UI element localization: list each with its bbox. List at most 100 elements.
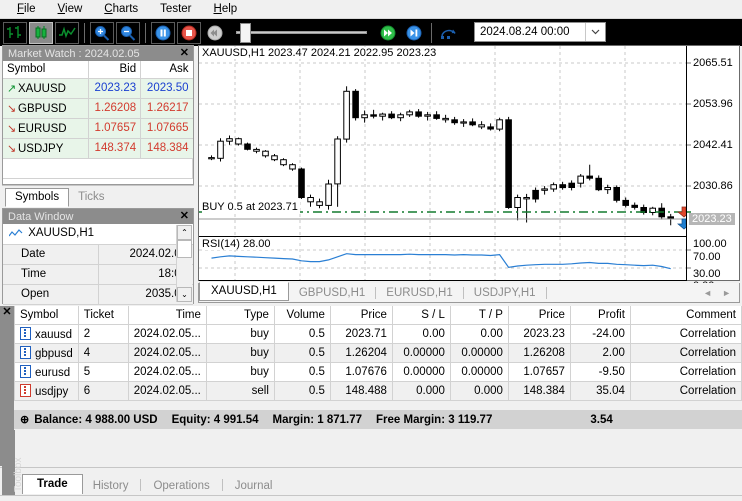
tab-history[interactable]: History (83, 478, 139, 494)
trade-current-price: 2023.23 (507, 323, 571, 344)
table-row[interactable]: ↗ XAUUSD 2023.23 2023.50 (3, 78, 193, 99)
data-window-label-time: Time (3, 264, 99, 285)
jump-icon[interactable] (437, 21, 461, 44)
trade-ticket: 4 (77, 342, 129, 363)
menu-bar: File View Charts Tester Help (0, 0, 742, 19)
trend-down-icon: ↘ (7, 122, 17, 135)
table-row[interactable]: ↘ GBPUSD 1.26208 1.26217 (3, 98, 193, 119)
table-row[interactable]: usdjpy 6 2024.02.05... sell 0.5 148.488 … (14, 380, 742, 401)
column-header-tp[interactable]: T / P (449, 306, 509, 325)
column-header-symbol[interactable]: Symbol (3, 61, 90, 79)
nav-prev-icon[interactable]: ◄ (703, 288, 712, 298)
chevron-down-icon[interactable] (585, 23, 605, 41)
scroll-down-icon[interactable]: ⌄ (177, 287, 192, 302)
close-icon[interactable]: ✕ (0, 306, 14, 318)
table-row[interactable]: ↘ EURUSD 1.07657 1.07665 (3, 118, 193, 139)
table-row[interactable]: eurusd 5 2024.02.05... buy 0.5 1.07676 0… (14, 361, 742, 382)
candlestick-chart-icon[interactable] (29, 21, 53, 44)
speed-slider[interactable] (234, 22, 369, 43)
tab-ticks[interactable]: Ticks (69, 189, 113, 206)
trade-time: 2024.02.05... (127, 323, 207, 344)
data-window-title-bar: Data Window ✕ (3, 209, 193, 224)
trade-symbol: usdjpy (35, 385, 69, 398)
tab-operations[interactable]: Operations (143, 478, 219, 494)
market-watch-symbol-cell[interactable]: ↘ GBPUSD (3, 98, 90, 119)
column-header-time[interactable]: Time (127, 306, 207, 325)
trade-symbol-cell[interactable]: eurusd (14, 361, 79, 382)
price-axis[interactable]: 2065.51 2053.96 2042.41 2030.86 2023.23 … (686, 46, 739, 292)
pause-icon[interactable] (151, 21, 175, 44)
chart-area[interactable]: XAUUSD,H1 2023.47 2024.21 2022.95 2023.2… (198, 45, 740, 294)
nav-next-icon[interactable]: ► (722, 288, 731, 298)
fast-forward-icon[interactable] (376, 21, 400, 44)
column-header-comment[interactable]: Comment (629, 306, 742, 325)
scroll-up-icon[interactable]: ⌃ (177, 225, 192, 240)
menu-item-tester[interactable]: Tester (149, 0, 202, 18)
market-watch-table: Symbol Bid Ask ↗ XAUUSD 2023.23 2023.50 ↘… (3, 61, 193, 179)
trade-symbol-cell[interactable]: gbpusd (14, 342, 79, 363)
trade-symbol-cell[interactable]: usdjpy (14, 380, 79, 401)
skip-forward-icon[interactable] (402, 21, 426, 44)
tab-divider (545, 286, 547, 299)
column-header-price[interactable]: Price (329, 306, 393, 325)
rewind-icon[interactable] (203, 21, 227, 44)
tab-gbpusd-h1[interactable]: GBPUSD,H1 (289, 286, 375, 300)
table-row: Time 18:00 (3, 264, 193, 285)
datetime-picker[interactable]: 2024.08.24 00:00 (474, 22, 606, 42)
column-header-bid[interactable]: Bid (88, 61, 142, 79)
column-header-ask[interactable]: Ask (140, 61, 193, 79)
table-row: Date 2024.02.02 (3, 244, 193, 265)
market-watch-symbol-cell[interactable]: ↘ EURUSD (3, 118, 90, 139)
zoom-in-icon[interactable] (90, 21, 114, 44)
market-watch-empty-row (3, 158, 193, 179)
menu-item-charts[interactable]: Charts (93, 0, 149, 18)
tab-trade[interactable]: Trade (22, 474, 83, 494)
menu-item-file[interactable]: File (6, 0, 47, 18)
rsi-chart-canvas[interactable] (199, 237, 687, 281)
toolbox-tab-bar: Toolbox Trade History Operations Journal (0, 430, 742, 501)
tab-eurusd-h1[interactable]: EURUSD,H1 (376, 286, 462, 300)
tab-xauusd-h1[interactable]: XAUUSD,H1 (199, 282, 289, 301)
tab-symbols[interactable]: Symbols (5, 188, 70, 207)
line-chart-icon[interactable] (55, 21, 79, 44)
column-header-price-current[interactable]: Price (507, 306, 571, 325)
status-bar (0, 495, 742, 501)
trade-type: buy (205, 342, 275, 363)
data-window-symbol-label: XAUUSD,H1 (28, 226, 95, 239)
data-window-symbol-row[interactable]: XAUUSD,H1 (3, 224, 193, 245)
order-line-label: BUY 0.5 at 2023.71 (202, 201, 300, 213)
ask-price: 1.07665 (140, 118, 193, 139)
tab-journal[interactable]: Journal (225, 478, 283, 494)
menu-item-view[interactable]: View (47, 0, 94, 18)
toolbox-tabs: Trade History Operations Journal (22, 474, 282, 494)
data-window-title: Data Window (8, 210, 74, 223)
column-header-type[interactable]: Type (205, 306, 275, 325)
trade-symbol-cell[interactable]: xauusd (14, 323, 79, 344)
market-watch-symbol-cell[interactable]: ↗ XAUUSD (3, 78, 90, 99)
column-header-symbol[interactable]: Symbol (14, 306, 79, 325)
menu-item-help[interactable]: Help (203, 0, 249, 18)
market-watch-symbol-cell[interactable]: ↘ USDJPY (3, 138, 90, 159)
table-row[interactable]: gbpusd 4 2024.02.05... buy 0.5 1.26204 0… (14, 342, 742, 363)
table-row[interactable]: xauusd 2 2024.02.05... buy 0.5 2023.71 0… (14, 323, 742, 344)
data-window-scrollbar[interactable]: ⌃ ⌄ (176, 225, 192, 302)
column-header-ticket[interactable]: Ticket (77, 306, 129, 325)
zoom-out-icon[interactable] (116, 21, 140, 44)
stop-icon[interactable] (177, 21, 201, 44)
main-toolbar: 2024.08.24 00:00 (0, 19, 742, 46)
slider-thumb[interactable] (240, 22, 251, 43)
table-row[interactable]: ↘ USDJPY 148.374 148.384 (3, 138, 193, 159)
close-icon[interactable]: ✕ (180, 46, 189, 61)
tab-usdjpy-h1[interactable]: USDJPY,H1 (464, 286, 546, 300)
trade-table-header-row: Symbol Ticket Time Type Volume Price S /… (14, 306, 742, 325)
column-header-volume[interactable]: Volume (273, 306, 331, 325)
bid-price: 1.07657 (88, 118, 142, 139)
scrollbar-thumb[interactable] (177, 240, 192, 258)
close-icon[interactable]: ✕ (180, 209, 189, 224)
bar-chart-icon[interactable] (3, 21, 27, 44)
trade-profit: -9.50 (569, 361, 631, 382)
column-header-sl[interactable]: S / L (391, 306, 451, 325)
data-window-symbol-cell[interactable]: XAUUSD,H1 (3, 224, 193, 245)
data-window-panel: Data Window ✕ XAUUSD,H1 Date 2024.02.02 (2, 208, 194, 305)
column-header-profit[interactable]: Profit (569, 306, 631, 325)
